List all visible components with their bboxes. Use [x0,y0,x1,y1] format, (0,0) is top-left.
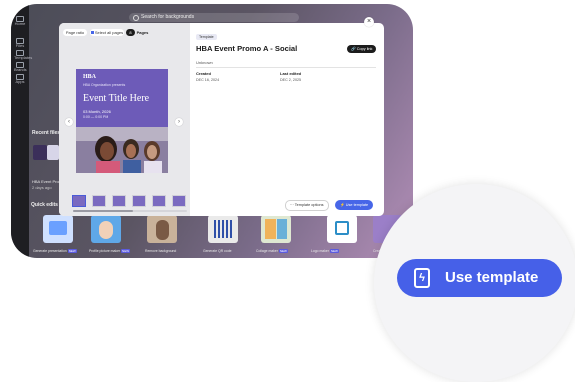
quick-action-tile[interactable] [208,215,238,243]
poster-time: 0:00 — 0:00 PM [83,115,109,119]
template-title: HBA Event Promo A - Social [196,44,298,53]
quick-action-tile[interactable] [91,215,121,243]
nav-apps[interactable]: Apps [14,74,26,84]
lightning-icon: ϟ [414,268,430,288]
created-value: DEC 16, 2024 [196,78,220,82]
template-details-panel: Template HBA Event Promo A - Social 🔗 Co… [190,23,384,216]
quick-action-label: Remove background [145,249,177,253]
scrollbar-thumb[interactable] [73,210,133,212]
page-ratio-button[interactable]: Page ratio [63,29,87,36]
app-screenshot: Home Files Templates Brands Apps Search … [11,4,413,258]
poster-subtitle: HBA Organization presents [83,83,126,87]
nav-home[interactable]: Home [14,16,26,26]
created-label: Created [196,71,211,76]
poster-logo: HBA [83,74,97,80]
poster-event-title: Event Title Here [83,93,150,104]
nav-files[interactable]: Files [14,38,26,48]
quick-action-label: Collage maker NEW [256,249,288,253]
search-input[interactable]: Search for backgrounds [129,13,299,22]
recent-file-thumbnail[interactable] [47,145,59,160]
quick-action-tile[interactable] [147,215,177,243]
quick-action-label: Logo maker NEW [311,249,339,253]
quick-action-label: Generate QR code [203,249,232,253]
nav-brands[interactable]: Brands [14,62,27,72]
template-options-button[interactable]: ··· Template options [285,200,329,211]
last-edited-label: Last edited [280,71,302,76]
template-badge: Template [196,34,217,40]
page-count-badge: 8 [126,29,135,36]
thumbnail-scrollbar[interactable] [73,210,187,212]
search-icon [133,15,139,21]
divider [196,67,376,68]
chevron-left-icon: ‹ [68,119,70,125]
nav-templates[interactable]: Templates [14,50,32,60]
checkbox-icon [90,31,94,35]
quick-action-tile[interactable] [43,215,73,243]
page-thumbnail-strip [72,195,190,207]
recent-file-thumbnail[interactable] [33,145,47,160]
previous-page-arrow[interactable]: ‹ [65,118,73,126]
use-template-label: Use template [445,269,539,286]
zoom-callout: ϟ Use template [374,184,575,382]
page-thumbnail[interactable] [132,195,146,207]
template-preview-image: HBA HBA Organization presents Event Titl… [76,69,168,173]
recent-heading: Recent files [32,130,61,136]
select-all-pages-checkbox[interactable]: Select all pages [90,29,124,36]
last-edited-value: DEC 2, 2025 [280,78,302,82]
template-modal: Page ratio Select all pages 8 Pages ‹ › … [59,23,384,216]
quick-action-tile[interactable] [261,215,291,243]
page-count-unit: Pages [136,30,149,35]
page-thumbnail[interactable] [172,195,186,207]
quick-action-label: Profile picture maker NEW [89,249,131,253]
copy-link-button[interactable]: 🔗 Copy link [347,45,377,53]
page-thumbnail[interactable] [92,195,106,207]
quick-action-label: Generate presentation NEW [33,249,77,253]
use-template-button-zoomed[interactable]: ϟ Use template [397,259,562,297]
page-thumbnail[interactable] [152,195,166,207]
quick-edits-heading: Quick edits [31,202,58,208]
next-page-arrow[interactable]: › [175,118,183,126]
left-nav: Home Files Templates Brands Apps [11,4,32,258]
page-thumbnail[interactable] [112,195,126,207]
template-preview-panel: Page ratio Select all pages 8 Pages ‹ › … [59,23,190,216]
poster-date: 03 Month, 2026 [83,109,111,114]
template-owner: Unknown [196,60,213,65]
quick-action-tile[interactable] [327,215,357,243]
recent-file-time: 2 days ago [32,185,52,190]
close-icon[interactable]: × [364,17,374,27]
chevron-right-icon: › [178,119,180,125]
poster-photo [76,127,168,173]
page-thumbnail[interactable] [72,195,86,207]
use-template-button[interactable]: ⚡ Use template [335,200,374,210]
